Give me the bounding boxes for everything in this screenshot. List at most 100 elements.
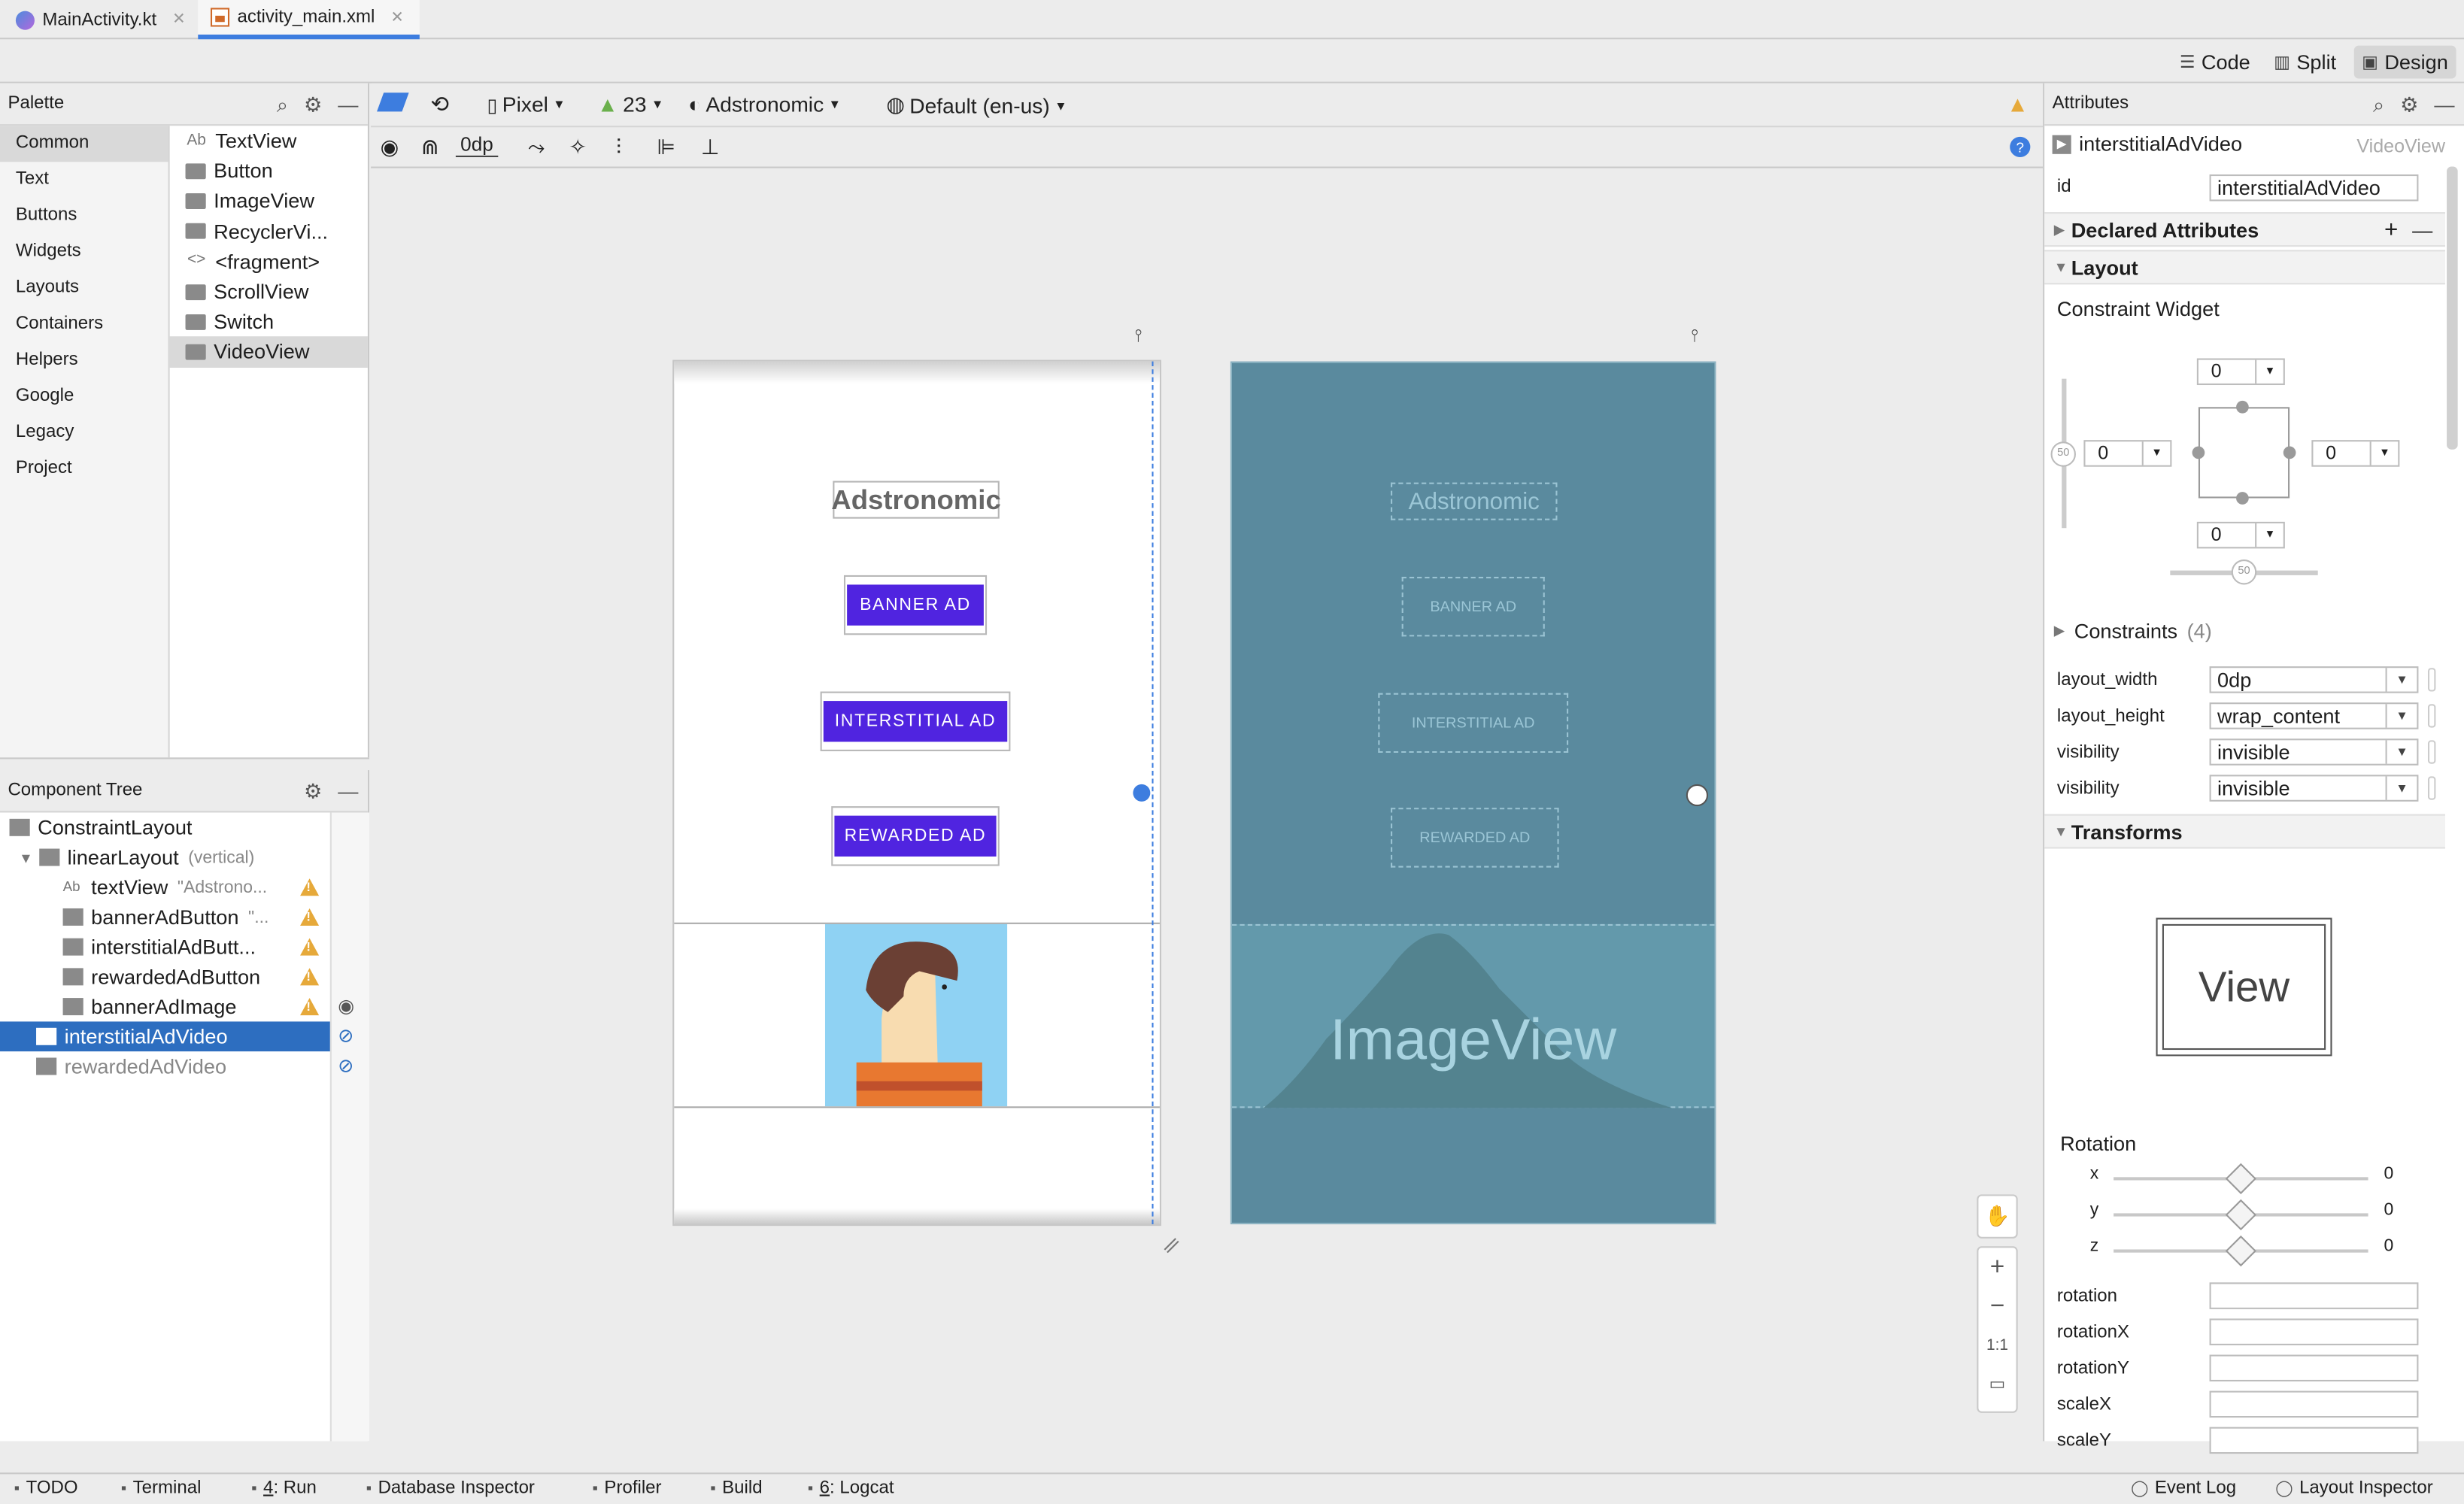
api-dropdown[interactable]: ▲ 23 ▼ <box>597 92 663 116</box>
constraint-anchor[interactable] <box>1133 784 1151 802</box>
warning-icon[interactable]: ▲ <box>2007 91 2029 116</box>
align-button[interactable]: ⊫ <box>657 135 675 160</box>
palette-category[interactable]: Legacy <box>0 415 168 451</box>
close-tab-icon[interactable]: ✕ <box>390 8 404 26</box>
eye-icon[interactable]: ◉ <box>338 995 354 1017</box>
tree-item[interactable]: rewardedAdVideo <box>0 1051 330 1081</box>
palette-category[interactable]: Helpers <box>0 343 168 379</box>
palette-category[interactable]: Widgets <box>0 234 168 270</box>
warning-icon[interactable] <box>300 878 320 896</box>
locale-dropdown[interactable]: ◍ Default (en-us) ▼ <box>886 92 1067 117</box>
tool-window-button[interactable]: ◯ Event Log <box>2131 1479 2236 1498</box>
design-mode-button[interactable]: ▣ Design <box>2353 45 2456 79</box>
tree-item[interactable]: Ab textView "Adstrono... <box>0 872 330 902</box>
rewarded-ad-button[interactable]: REWARDED AD <box>834 815 997 857</box>
top-anchor[interactable] <box>2236 400 2249 414</box>
minimize-icon[interactable]: — <box>2434 92 2454 117</box>
palette-widget[interactable]: ImageView <box>170 186 368 216</box>
tool-window-button[interactable]: ▪ Terminal <box>121 1479 202 1498</box>
attr-picker[interactable] <box>2427 668 2436 692</box>
blueprint-interstitial-button[interactable]: INTERSTITIAL AD <box>1378 693 1569 754</box>
tree-item[interactable]: rewardedAdButton <box>0 962 330 992</box>
slider-thumb[interactable] <box>2225 1163 2257 1195</box>
tree-item[interactable]: bannerAdButton "... <box>0 902 330 932</box>
search-icon[interactable]: ⌕ <box>277 92 288 117</box>
attr-dropdown[interactable]: invisible ▼ <box>2209 775 2419 802</box>
transform-field[interactable] <box>2209 1318 2419 1345</box>
panel-divider[interactable] <box>0 757 369 771</box>
banner-ad-button[interactable]: BANNER AD <box>847 584 984 626</box>
blueprint-imageview[interactable]: ImageView <box>1232 923 1715 1108</box>
autoconnect-button[interactable]: ⋒ <box>421 135 439 160</box>
visibility-hidden-icon[interactable]: ⊘ <box>338 1054 354 1076</box>
gear-icon[interactable]: ⚙ <box>304 780 322 805</box>
top-margin-field[interactable]: 0 ▼ <box>2196 358 2285 386</box>
left-margin-field[interactable]: 0 ▼ <box>2083 440 2172 467</box>
attr-dropdown[interactable]: 0dp ▼ <box>2209 666 2419 693</box>
split-mode-button[interactable]: ▥ Split <box>2266 46 2344 79</box>
design-preview[interactable]: Adstronomic BANNER AD INTERSTITIAL AD RE… <box>674 361 1160 1225</box>
warning-icon[interactable] <box>300 908 320 926</box>
warning-icon[interactable] <box>300 968 320 986</box>
palette-category[interactable]: Buttons <box>0 198 168 234</box>
transform-field[interactable] <box>2209 1282 2419 1309</box>
remove-icon[interactable]: — <box>2412 217 2432 241</box>
design-canvas[interactable]: ⫯ Adstronomic BANNER AD INTERSTITIAL AD … <box>371 169 2044 1440</box>
blueprint-banner-button[interactable]: BANNER AD <box>1401 576 1545 637</box>
tree-item[interactable]: ConstraintLayout <box>0 812 330 842</box>
blueprint-title[interactable]: Adstronomic <box>1391 482 1558 520</box>
horizontal-bias-thumb[interactable]: 50 <box>2231 559 2257 585</box>
blueprint-preview[interactable]: Adstronomic BANNER AD INTERSTITIAL AD RE… <box>1230 361 1716 1225</box>
palette-category[interactable]: Common <box>0 126 168 162</box>
gear-icon[interactable]: ⚙ <box>304 92 322 117</box>
tree-item[interactable]: ▼ linearLayout (vertical) <box>0 842 330 872</box>
minimize-icon[interactable]: — <box>338 780 358 805</box>
warning-icon[interactable] <box>300 938 320 956</box>
collapse-icon[interactable]: ▼ <box>19 850 33 866</box>
tool-window-button[interactable]: ▪ Profiler <box>593 1479 662 1498</box>
orientation-button[interactable]: ⟲ <box>430 91 449 118</box>
pin-icon[interactable]: ⫯ <box>1691 327 1698 347</box>
zoom-fit-button[interactable]: ▭ <box>1978 1366 2016 1405</box>
palette-widget[interactable]: Button <box>170 156 368 186</box>
pan-button[interactable]: ✋ <box>1977 1194 2018 1239</box>
transforms-section[interactable]: ▼ Transforms <box>2044 814 2445 849</box>
pin-icon[interactable]: ⫯ <box>1134 327 1142 347</box>
transform-field[interactable] <box>2209 1427 2419 1454</box>
tool-window-button[interactable]: ◯ Layout Inspector <box>2275 1479 2432 1498</box>
blueprint-anchor[interactable] <box>1686 784 1709 807</box>
gear-icon[interactable]: ⚙ <box>2400 92 2418 117</box>
palette-widget[interactable]: VideoView <box>169 336 368 367</box>
palette-widget[interactable]: Switch <box>170 307 368 337</box>
visibility-hidden-icon[interactable]: ⊘ <box>338 1025 354 1047</box>
resize-handle-icon[interactable]: ═ <box>1156 1230 1185 1259</box>
right-margin-field[interactable]: 0 ▼ <box>2311 440 2400 467</box>
infer-constraints-button[interactable]: ✧ <box>569 135 587 160</box>
zoom-actual-button[interactable]: 1:1 <box>1978 1327 2016 1366</box>
palette-widget[interactable]: RecyclerVi... <box>170 216 368 246</box>
palette-category[interactable]: Containers <box>0 307 168 343</box>
banner-ad-image[interactable] <box>824 923 1008 1107</box>
vertical-bias-thumb[interactable]: 50 <box>2050 441 2076 467</box>
attr-dropdown[interactable]: invisible ▼ <box>2209 738 2419 766</box>
theme-dropdown[interactable]: ◐ Adstronomic ▼ <box>688 92 841 116</box>
tab-activity-main[interactable]: activity_main.xml ✕ <box>198 0 420 40</box>
default-margin-field[interactable]: 0dp <box>455 134 499 157</box>
bottom-anchor[interactable] <box>2236 492 2249 505</box>
zoom-out-button[interactable]: − <box>1978 1287 2016 1327</box>
design-surface-button[interactable] <box>377 92 409 112</box>
code-mode-button[interactable]: ☰ Code <box>2171 46 2258 79</box>
attr-dropdown[interactable]: wrap_content ▼ <box>2209 702 2419 729</box>
attr-picker[interactable] <box>2427 776 2436 800</box>
palette-category[interactable]: Text <box>0 162 168 198</box>
constraints-row[interactable]: ▶ Constraints (4) <box>2054 619 2212 642</box>
tree-item[interactable]: interstitialAdVideo <box>0 1021 330 1052</box>
palette-category[interactable]: Layouts <box>0 270 168 306</box>
device-dropdown[interactable]: ▯ Pixel ▼ <box>487 92 566 116</box>
transform-field[interactable] <box>2209 1354 2419 1382</box>
tool-window-button[interactable]: ▪ Build <box>710 1479 762 1498</box>
bottom-margin-field[interactable]: 0 ▼ <box>2196 521 2285 549</box>
left-anchor[interactable] <box>2192 446 2205 459</box>
palette-widget[interactable]: <> <fragment> <box>170 247 368 277</box>
title-textview[interactable]: Adstronomic <box>831 481 1001 519</box>
